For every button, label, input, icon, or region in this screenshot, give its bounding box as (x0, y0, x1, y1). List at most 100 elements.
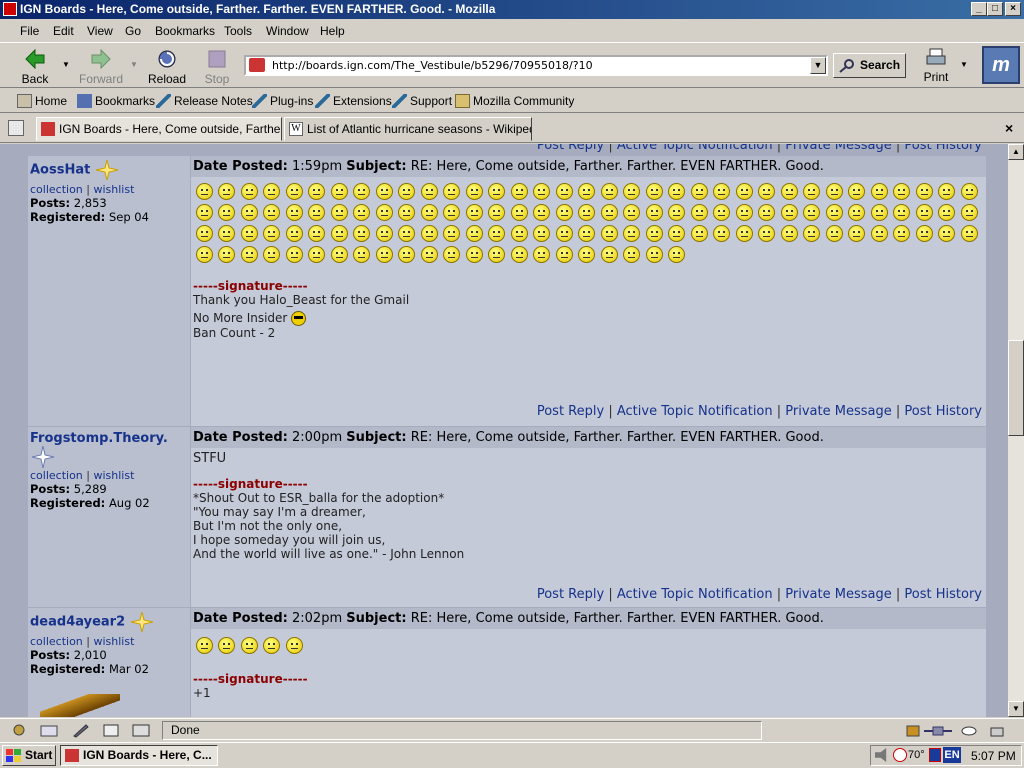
back-button[interactable]: Back (12, 46, 58, 86)
post-reply-link[interactable]: Post Reply (537, 587, 604, 602)
smiley-icon (353, 246, 371, 263)
post-reply-link[interactable]: Post Reply (537, 404, 604, 419)
menu-help[interactable]: Help (320, 24, 345, 38)
collection-link[interactable]: collection (30, 183, 83, 196)
taskbar-item-ign-boards[interactable]: IGN Boards - Here, C... (60, 745, 218, 766)
support-link[interactable]: Support (392, 94, 452, 108)
vertical-scrollbar[interactable]: ▲ ▼ (1008, 144, 1024, 717)
new-tab-icon[interactable] (8, 120, 24, 136)
menu-view[interactable]: View (87, 24, 113, 38)
language-indicator[interactable]: EN (943, 747, 961, 763)
collection-link[interactable]: collection (30, 635, 83, 648)
stop-button[interactable]: Stop (194, 46, 240, 86)
smiley-row (193, 635, 984, 656)
shield-icon[interactable] (929, 748, 941, 762)
url-dropdown-icon[interactable]: ▼ (810, 57, 826, 74)
menu-tools[interactable]: Tools (224, 24, 252, 38)
smiley-icon (443, 225, 461, 242)
start-button[interactable]: Start (2, 745, 56, 766)
post-history-link[interactable]: Post History (904, 404, 982, 419)
smiley-icon (533, 225, 551, 242)
private-message-link[interactable]: Private Message (785, 587, 891, 602)
smiley-icon (555, 246, 573, 263)
mozilla-community-link[interactable]: Mozilla Community (455, 94, 574, 108)
close-window-button[interactable]: × (1005, 2, 1021, 16)
smiley-icon (690, 183, 708, 200)
chat-icon[interactable] (132, 723, 150, 738)
active-topic-notification-link[interactable]: Active Topic Notification (617, 144, 773, 153)
smiley-icon (263, 183, 281, 200)
wishlist-link[interactable]: wishlist (94, 469, 135, 482)
menu-window[interactable]: Window (266, 24, 309, 38)
smiley-icon (510, 183, 528, 200)
collection-link[interactable]: collection (30, 469, 83, 482)
post-history-link[interactable]: Post History (904, 587, 982, 602)
smiley-icon (713, 204, 731, 221)
smiley-icon (758, 183, 776, 200)
smiley-icon (533, 246, 551, 263)
tab-wikipedia[interactable]: W List of Atlantic hurricane seasons - W… (284, 117, 532, 141)
navigator-icon[interactable] (10, 723, 28, 738)
smiley-icon (240, 183, 258, 200)
online-status-icon[interactable] (924, 723, 952, 738)
maximize-button[interactable]: □ (987, 2, 1003, 16)
tab-ign-boards[interactable]: IGN Boards - Here, Come outside, Farther… (36, 117, 282, 141)
private-message-link[interactable]: Private Message (785, 144, 891, 153)
reload-button[interactable]: Reload (144, 46, 190, 86)
post-history-link[interactable]: Post History (904, 144, 982, 153)
post-reply-link[interactable]: Post Reply (537, 144, 604, 153)
release-notes-link[interactable]: Release Notes (156, 94, 253, 108)
smiley-icon (330, 183, 348, 200)
bookmarks-link[interactable]: Bookmarks (77, 94, 155, 108)
print-button[interactable]: Print (918, 46, 954, 84)
menu-bookmarks[interactable]: Bookmarks (155, 24, 215, 38)
volume-icon[interactable] (875, 748, 887, 762)
bookmark-pen-icon (252, 94, 267, 108)
username-link[interactable]: dead4ayear2 (30, 615, 125, 630)
privacy-icon[interactable] (960, 723, 978, 738)
private-message-link[interactable]: Private Message (785, 404, 891, 419)
username-link[interactable]: AossHat (30, 163, 90, 178)
stop-icon (208, 50, 226, 68)
status-text: Done (162, 721, 762, 740)
user-links: collection | wishlist (30, 635, 135, 648)
wishlist-link[interactable]: wishlist (94, 635, 135, 648)
signature-divider: -----signature----- (193, 279, 308, 293)
registered-date: Aug 02 (108, 496, 150, 510)
scrollbar-thumb[interactable] (1008, 340, 1024, 436)
cookie-icon[interactable] (988, 723, 1006, 738)
extensions-link[interactable]: Extensions (315, 94, 392, 108)
close-tab-button[interactable]: × (1005, 120, 1013, 136)
menu-file[interactable]: File (20, 24, 39, 38)
active-topic-notification-link[interactable]: Active Topic Notification (617, 404, 773, 419)
print-dropdown-icon[interactable]: ▼ (960, 60, 968, 69)
wishlist-link[interactable]: wishlist (94, 183, 135, 196)
security-icon[interactable] (904, 723, 922, 738)
weather-icon[interactable] (893, 748, 907, 762)
forward-button[interactable]: Forward (78, 46, 124, 86)
menu-go[interactable]: Go (125, 24, 141, 38)
mail-icon[interactable] (40, 723, 58, 738)
smiley-icon (578, 225, 596, 242)
back-dropdown-icon[interactable]: ▼ (62, 60, 70, 69)
composer-icon[interactable] (72, 723, 90, 738)
active-topic-notification-link[interactable]: Active Topic Notification (617, 587, 773, 602)
smiley-icon (308, 183, 326, 200)
plugins-link[interactable]: Plug-ins (252, 94, 313, 108)
menu-edit[interactable]: Edit (53, 24, 74, 38)
search-button[interactable]: Search (833, 53, 906, 78)
smiley-icon (465, 225, 483, 242)
home-link[interactable]: Home (17, 94, 67, 108)
forward-dropdown-icon[interactable]: ▼ (130, 60, 138, 69)
address-book-icon[interactable] (102, 723, 120, 738)
scroll-up-icon[interactable]: ▲ (1008, 144, 1024, 160)
scroll-down-icon[interactable]: ▼ (1008, 701, 1024, 717)
url-input[interactable]: http://boards.ign.com/The_Vestibule/b529… (244, 55, 828, 76)
bookmark-pen-icon (315, 94, 330, 108)
signature-divider: -----signature----- (193, 672, 308, 686)
smiley-icon (870, 183, 888, 200)
minimize-button[interactable]: _ (971, 2, 987, 16)
smiley-icon (555, 204, 573, 221)
smiley-icon (353, 225, 371, 242)
username-link[interactable]: Frogstomp.Theory. (30, 431, 168, 446)
